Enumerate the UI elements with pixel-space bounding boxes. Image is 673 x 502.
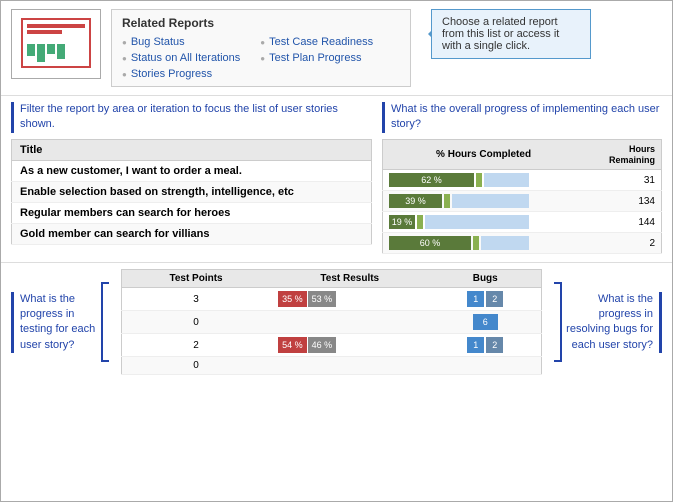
top-section: Related Reports Bug Status Status on All… [1,1,672,96]
test-bar-red-1: 35 % [278,291,307,307]
table-row: 62 % 31 [383,170,662,191]
link-stories-progress[interactable]: Stories Progress [122,68,240,80]
test-bar-red-3: 54 % [278,337,307,353]
story-title-2: Enable selection based on strength, inte… [12,181,372,202]
hours-val-3: 144 [584,212,661,233]
bug-badge-steel-1: 2 [486,291,503,307]
pct-label-1: 62 % [421,175,442,185]
stories-table-header: Title [12,139,372,160]
hours-val-2: 134 [584,191,661,212]
related-reports-title: Related Reports [122,16,400,30]
table-row: Regular members can search for heroes [12,202,372,223]
hours-remaining-header: HoursRemaining [584,139,661,170]
table-row: As a new customer, I want to order a mea… [12,160,372,181]
link-bug-status[interactable]: Bug Status [122,36,240,48]
table-row: 19 % 144 [383,212,662,233]
progress-bar-cell-3: 19 % [383,212,585,233]
link-status-iterations[interactable]: Status on All Iterations [122,52,240,64]
progress-table: % Hours Completed HoursRemaining 62 % 31 [382,139,662,255]
related-reports-box: Related Reports Bug Status Status on All… [111,9,411,87]
test-points-1: 3 [122,288,271,311]
bug-badge-steel-3: 2 [486,337,503,353]
test-results-header: Test Results [270,270,429,288]
story-title-1: As a new customer, I want to order a mea… [12,160,372,181]
bug-badge-large-2: 6 [473,314,498,330]
test-points-3: 2 [122,334,271,357]
pct-label-4: 60 % [420,238,441,248]
bugs-3: 1 2 [429,334,541,357]
test-bar-gray-3: 46 % [308,337,337,353]
bug-badge-blue-1: 1 [467,291,484,307]
pct-label-3: 19 % [392,217,413,227]
right-brace [554,282,562,362]
left-panel: Filter the report by area or iteration t… [11,102,372,254]
test-results-1: 35 % 53 % [270,288,429,311]
table-row: Enable selection based on strength, inte… [12,181,372,202]
pct-label-2: 39 % [405,196,426,206]
middle-section: Filter the report by area or iteration t… [1,96,672,260]
testing-callout: What is the progress in testing for each… [11,292,101,354]
hours-val-1: 31 [584,170,661,191]
right-panel: What is the overall progress of implemen… [382,102,662,254]
bugs-callout: What is the progress in resolving bugs f… [562,292,662,354]
related-reports-col2: Test Case Readiness Test Plan Progress [260,36,373,80]
progress-col-header: % Hours Completed [383,139,585,170]
hours-val-4: 2 [584,233,661,254]
filter-callout: Filter the report by area or iteration t… [11,102,372,133]
test-results-3: 54 % 46 % [270,334,429,357]
test-points-header: Test Points [122,270,271,288]
bugs-header: Bugs [429,270,541,288]
story-title-3: Regular members can search for heroes [12,202,372,223]
table-row: 0 6 [122,311,542,334]
story-title-4: Gold member can search for villians [12,223,372,244]
table-row: 3 35 % 53 % 1 2 [122,288,542,311]
left-brace [101,282,109,362]
testing-callout-wrapper: What is the progress in testing for each… [11,269,111,375]
table-row: 0 [122,357,542,375]
table-row: 39 % 134 [383,191,662,212]
progress-callout: What is the overall progress of implemen… [382,102,662,133]
bugs-4 [429,357,541,375]
report-thumbnail [11,9,101,79]
stories-table: Title As a new customer, I want to order… [11,139,372,245]
related-reports-callout: Choose a related report from this list o… [431,9,591,59]
test-bar-gray-1: 53 % [308,291,337,307]
bugs-2: 6 [429,311,541,334]
test-points-2: 0 [122,311,271,334]
progress-bar-cell-2: 39 % [383,191,585,212]
table-row: Gold member can search for villians [12,223,372,244]
table-row: 60 % 2 [383,233,662,254]
bottom-section: What is the progress in testing for each… [1,262,672,381]
link-test-plan-progress[interactable]: Test Plan Progress [260,52,373,64]
bugs-callout-wrapper: What is the progress in resolving bugs f… [552,269,662,375]
related-reports-col1: Bug Status Status on All Iterations Stor… [122,36,240,80]
test-results-2 [270,311,429,334]
bug-badge-blue-3: 1 [467,337,484,353]
progress-bar-cell-1: 62 % [383,170,585,191]
test-table: Test Points Test Results Bugs 3 35 % 53 … [121,269,542,375]
test-results-4 [270,357,429,375]
bugs-1: 1 2 [429,288,541,311]
link-test-case-readiness[interactable]: Test Case Readiness [260,36,373,48]
progress-bar-cell-4: 60 % [383,233,585,254]
test-points-4: 0 [122,357,271,375]
table-row: 2 54 % 46 % 1 2 [122,334,542,357]
